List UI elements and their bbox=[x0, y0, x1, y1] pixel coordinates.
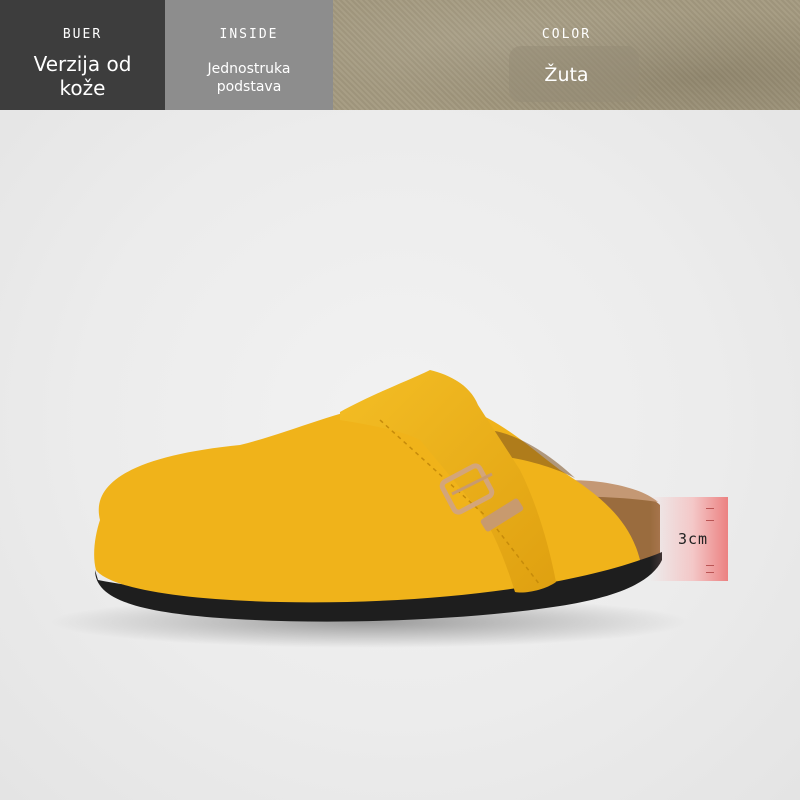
lining-value-line: Jednostruka bbox=[207, 61, 291, 77]
outer-material-value-line: kože bbox=[59, 76, 106, 100]
color-panel: COLOR Žuta bbox=[333, 0, 800, 110]
lining-panel: INSIDE Jednostruka podstava bbox=[165, 0, 333, 110]
scale-tick bbox=[706, 572, 714, 573]
scale-tick bbox=[706, 508, 714, 509]
scale-tick bbox=[706, 520, 714, 521]
clog-upper bbox=[94, 400, 640, 603]
color-value: Žuta bbox=[544, 64, 589, 86]
scale-tick bbox=[706, 565, 714, 566]
clog-illustration bbox=[50, 370, 690, 648]
spec-header: BUER Verzija od kože INSIDE Jednostruka … bbox=[0, 0, 800, 110]
outer-material-value: Verzija od kože bbox=[0, 52, 165, 100]
outer-material-label: BUER bbox=[62, 27, 103, 42]
product-photo: 3cm bbox=[0, 110, 800, 800]
lining-value-line: podstava bbox=[216, 79, 282, 96]
lining-value: Jednostruka podstava bbox=[165, 60, 333, 96]
color-label: COLOR bbox=[541, 27, 592, 42]
heel-height-label: 3cm bbox=[678, 530, 709, 548]
outer-material-value-line: Verzija od bbox=[33, 52, 132, 76]
outer-material-panel: BUER Verzija od kože bbox=[0, 0, 165, 110]
lining-label: INSIDE bbox=[219, 27, 279, 42]
